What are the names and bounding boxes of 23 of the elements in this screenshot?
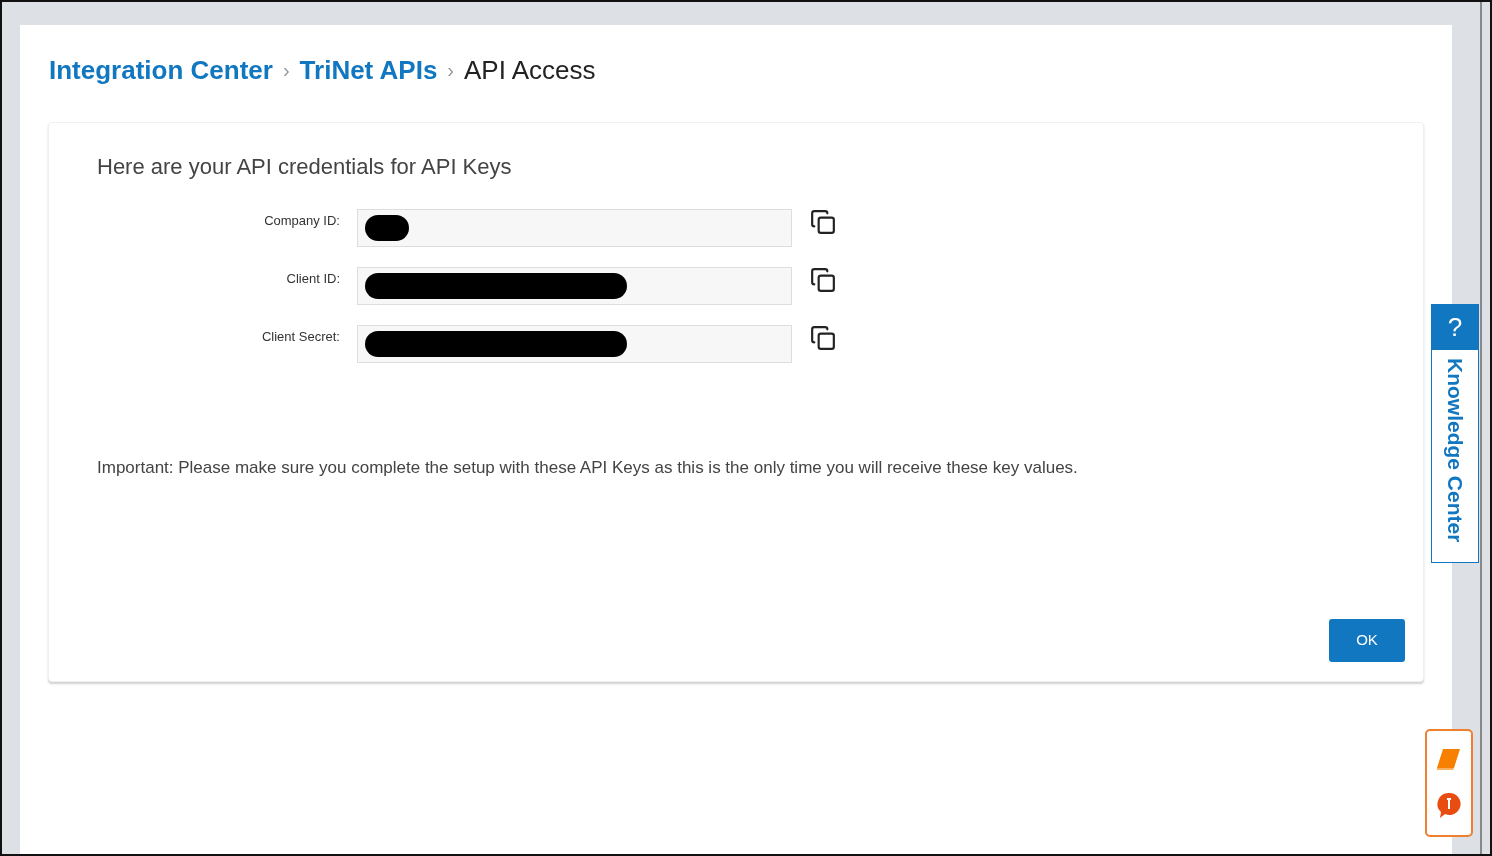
- breadcrumb-separator: ›: [447, 58, 454, 83]
- credential-field[interactable]: [357, 325, 792, 363]
- chat-icon[interactable]: [1436, 791, 1462, 819]
- copy-icon[interactable]: [810, 325, 836, 351]
- field-label: Company ID:: [263, 212, 340, 230]
- help-icon: ?: [1432, 305, 1478, 350]
- knowledge-center-tab[interactable]: ? Knowledge Center: [1431, 304, 1479, 563]
- credential-field[interactable]: [357, 267, 792, 305]
- copy-icon[interactable]: [810, 209, 836, 235]
- field-label: Client ID:: [285, 270, 340, 288]
- breadcrumb-current: API Access: [464, 53, 596, 87]
- breadcrumb-link[interactable]: Integration Center: [49, 50, 273, 90]
- important-notice: Important: Please make sure you complete the setup with these API Keys as this is the only time you will receive these key values.: [97, 457, 1079, 479]
- credential-field[interactable]: [357, 209, 792, 247]
- book-icon[interactable]: [1436, 747, 1462, 771]
- knowledge-center-label: Knowledge Center: [1442, 358, 1468, 543]
- breadcrumb-link[interactable]: TriNet APIs: [299, 50, 438, 90]
- redaction-mark: [365, 215, 409, 241]
- field-label: Client Secret:: [260, 328, 340, 346]
- card-title: Here are your API credentials for API Keys: [97, 153, 513, 181]
- breadcrumb-separator: ›: [282, 58, 290, 83]
- copy-icon[interactable]: [810, 267, 836, 293]
- ok-button[interactable]: OK: [1329, 619, 1405, 662]
